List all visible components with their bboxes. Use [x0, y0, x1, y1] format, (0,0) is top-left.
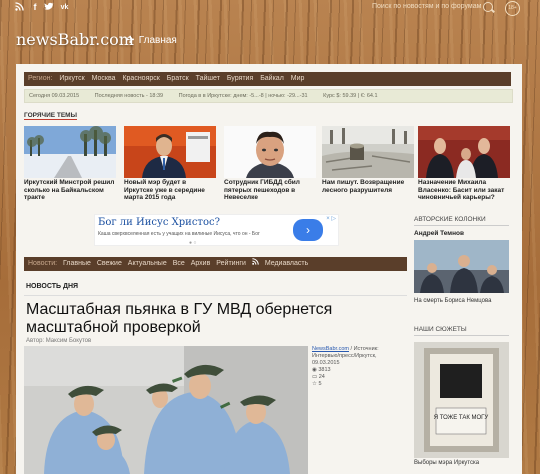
region-buryatia[interactable]: Бурятия: [227, 75, 253, 82]
currency: Курс $: 59.39 | €: 64.1: [323, 93, 378, 99]
hot-topic-caption[interactable]: Назначение Михаила Власенко: Басит или з…: [418, 179, 510, 201]
home-icon: ✢: [126, 35, 135, 46]
home-label: Главная: [138, 35, 177, 46]
age-badge: 18+: [505, 1, 520, 16]
plot-image[interactable]: Я ТОЖЕ ТАК МОГУ: [414, 342, 509, 458]
breadcrumb-home[interactable]: ✢ Главная: [126, 35, 177, 46]
tab-all[interactable]: Все: [173, 260, 185, 267]
hot-topic-image[interactable]: [322, 126, 414, 178]
region-world[interactable]: Мир: [291, 75, 305, 82]
regions-label: Регион:: [28, 75, 53, 82]
column-image[interactable]: [414, 240, 509, 293]
info-bar: Сегодня 09.03.2015 Последняя новость - 1…: [24, 89, 513, 103]
article-source-link[interactable]: NewsBabr.com: [312, 346, 349, 352]
article-title[interactable]: Масштабная пьянка в ГУ МВД обернется мас…: [26, 301, 376, 337]
hot-topic-caption[interactable]: Новый мэр будет в Иркутске уже в середин…: [124, 179, 216, 201]
column-author-name[interactable]: Андрей Темнов: [414, 230, 464, 237]
plot-sign-text: Я ТОЖЕ ТАК МОГУ: [434, 415, 489, 421]
hot-topic-caption[interactable]: Нам пишут. Возвращение лесного разрушите…: [322, 179, 414, 201]
tab-actual[interactable]: Актуальные: [128, 260, 167, 267]
article-meta: NewsBabr.com / Источник: Интервью/пресс/…: [312, 346, 387, 388]
hot-topic-item[interactable]: Нам пишут. Возвращение лесного разрушите…: [322, 126, 414, 201]
section-title: НОВОСТЬ ДНЯ: [26, 283, 79, 290]
tab-main[interactable]: Главные: [63, 260, 91, 267]
hot-topic-image[interactable]: [24, 126, 116, 178]
page-content: Регион: Иркутск Москва Красноярск Братск…: [16, 64, 522, 474]
hot-topic-image[interactable]: [124, 126, 216, 178]
article-image[interactable]: [24, 346, 308, 474]
facebook-icon[interactable]: f: [30, 2, 40, 13]
region-baikal[interactable]: Байкал: [260, 75, 284, 82]
weather[interactable]: Погода в в Иркутске: днем: -5...-8 | ноч…: [179, 93, 308, 99]
search-input[interactable]: Поиск по новостям и по форумам: [372, 3, 481, 10]
tab-news-label: Новости:: [28, 260, 58, 267]
comments-icon[interactable]: ▭: [312, 374, 317, 380]
author-columns-title[interactable]: АВТОРСКИЕ КОЛОНКИ: [414, 216, 509, 226]
hot-topic-image[interactable]: [224, 126, 316, 178]
hot-topic-item[interactable]: Сотрудник ГИБДД сбил пятерых пешеходов в…: [224, 126, 316, 201]
ad-banner[interactable]: Бог ли Иисус Христос? Каша сверхвселенна…: [94, 214, 339, 246]
last-news[interactable]: Последняя новость - 18:39: [95, 93, 163, 99]
ad-arrow-button[interactable]: ›: [293, 219, 323, 241]
ad-pager-dots[interactable]: ● ○: [189, 240, 196, 246]
rating-value: 5: [318, 381, 322, 387]
site-logo[interactable]: newsBabr.com: [16, 30, 134, 49]
plot-caption[interactable]: Выборы мэра Иркутска: [414, 460, 509, 466]
rss-icon[interactable]: [14, 2, 24, 13]
tab-fresh[interactable]: Свежие: [97, 260, 122, 267]
hot-topic-item[interactable]: Назначение Михаила Власенко: Басит или з…: [418, 126, 510, 201]
region-tayshet[interactable]: Тайшет: [196, 75, 220, 82]
news-tabs: Новости: Главные Свежие Актуальные Все А…: [24, 257, 407, 271]
comments-count[interactable]: 24: [319, 374, 325, 380]
twitter-icon[interactable]: [44, 2, 54, 13]
region-bratsk[interactable]: Братск: [167, 75, 189, 82]
article-author[interactable]: Автор: Максим Бокутов: [26, 338, 91, 344]
search-icon[interactable]: [483, 2, 493, 12]
top-bar: f vk Поиск по новостям и по форумам 18+: [0, 0, 540, 18]
today-date: Сегодня 09.03.2015: [29, 93, 80, 99]
ad-close-icon[interactable]: × ▷: [326, 215, 336, 222]
rss-icon[interactable]: [252, 258, 261, 267]
hot-topic-image[interactable]: [418, 126, 510, 178]
views-count: 3813: [318, 367, 331, 373]
ad-title[interactable]: Бог ли Иисус Христос?: [98, 217, 220, 228]
hot-topics-title: ГОРЯЧИЕ ТЕМЫ: [24, 112, 77, 120]
tab-archive[interactable]: Архив: [191, 260, 211, 267]
hot-topic-item[interactable]: Иркутский Минстрой решил сколько на Байк…: [24, 126, 116, 201]
hot-topic-caption[interactable]: Сотрудник ГИБДД сбил пятерых пешеходов в…: [224, 179, 316, 201]
ad-description: Каша сверхвселенная есть у учащих на вил…: [98, 231, 260, 237]
regions-bar: Регион: Иркутск Москва Красноярск Братск…: [24, 72, 511, 86]
tab-ratings[interactable]: Рейтинги: [216, 260, 246, 267]
divider: [24, 295, 407, 296]
our-plots-title[interactable]: НАШИ СЮЖЕТЫ: [414, 326, 509, 336]
region-irkutsk[interactable]: Иркутск: [59, 75, 84, 82]
hot-topic-item[interactable]: Новый мэр будет в Иркутске уже в середин…: [124, 126, 216, 201]
region-krasnoyarsk[interactable]: Красноярск: [122, 75, 159, 82]
tab-mediavlast[interactable]: Медиавласть: [265, 260, 308, 267]
column-caption[interactable]: На смерть Бориса Немцова: [414, 298, 509, 304]
region-moscow[interactable]: Москва: [92, 75, 116, 82]
hot-topic-caption[interactable]: Иркутский Минстрой решил сколько на Байк…: [24, 179, 116, 201]
vk-icon[interactable]: vk: [58, 2, 71, 13]
views-icon: ◉: [312, 367, 317, 373]
rating-icon: ☆: [312, 381, 317, 387]
